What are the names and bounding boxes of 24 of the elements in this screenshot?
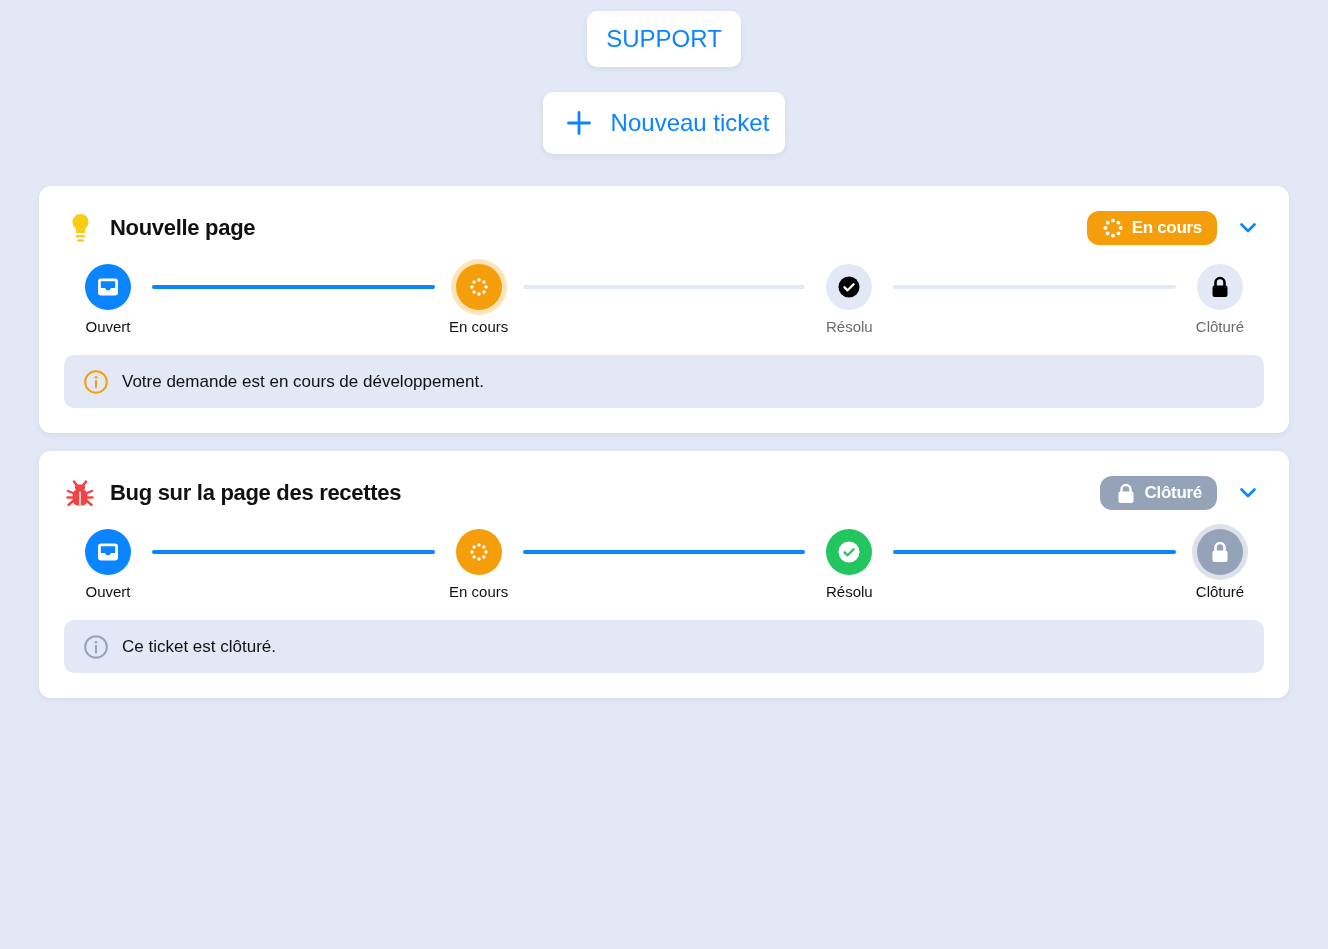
step-label: Résolu: [826, 318, 873, 336]
step-label: En cours: [449, 318, 509, 336]
ticket-title: Bug sur la page des recettes: [110, 480, 402, 506]
notice-text: Votre demande est en cours de développement.: [122, 371, 484, 392]
chevron-down-icon[interactable]: [1240, 488, 1256, 498]
page-title: SUPPORT: [587, 11, 741, 67]
bug-icon: [66, 479, 94, 507]
info-icon: [84, 369, 108, 394]
status-label: En cours: [1131, 218, 1202, 238]
status-label: Clôturé: [1144, 483, 1202, 503]
plus-icon: [566, 111, 591, 135]
step-label: Ouvert: [85, 583, 131, 601]
step-label: Clôturé: [1195, 318, 1245, 336]
lock-icon: [1115, 483, 1136, 503]
info-icon: [84, 634, 108, 659]
step-label: Clôturé: [1195, 583, 1245, 601]
new-ticket-button[interactable]: Nouveau ticket: [542, 92, 786, 154]
notice-text: Ce ticket est clôturé.: [122, 636, 276, 657]
ticket-title: Nouvelle page: [110, 215, 256, 241]
dotted-ring-icon: [1102, 218, 1123, 238]
step-label: Résolu: [826, 583, 873, 601]
step-label: En cours: [449, 583, 509, 601]
step-label: Ouvert: [85, 318, 131, 336]
chevron-down-icon[interactable]: [1240, 223, 1256, 233]
